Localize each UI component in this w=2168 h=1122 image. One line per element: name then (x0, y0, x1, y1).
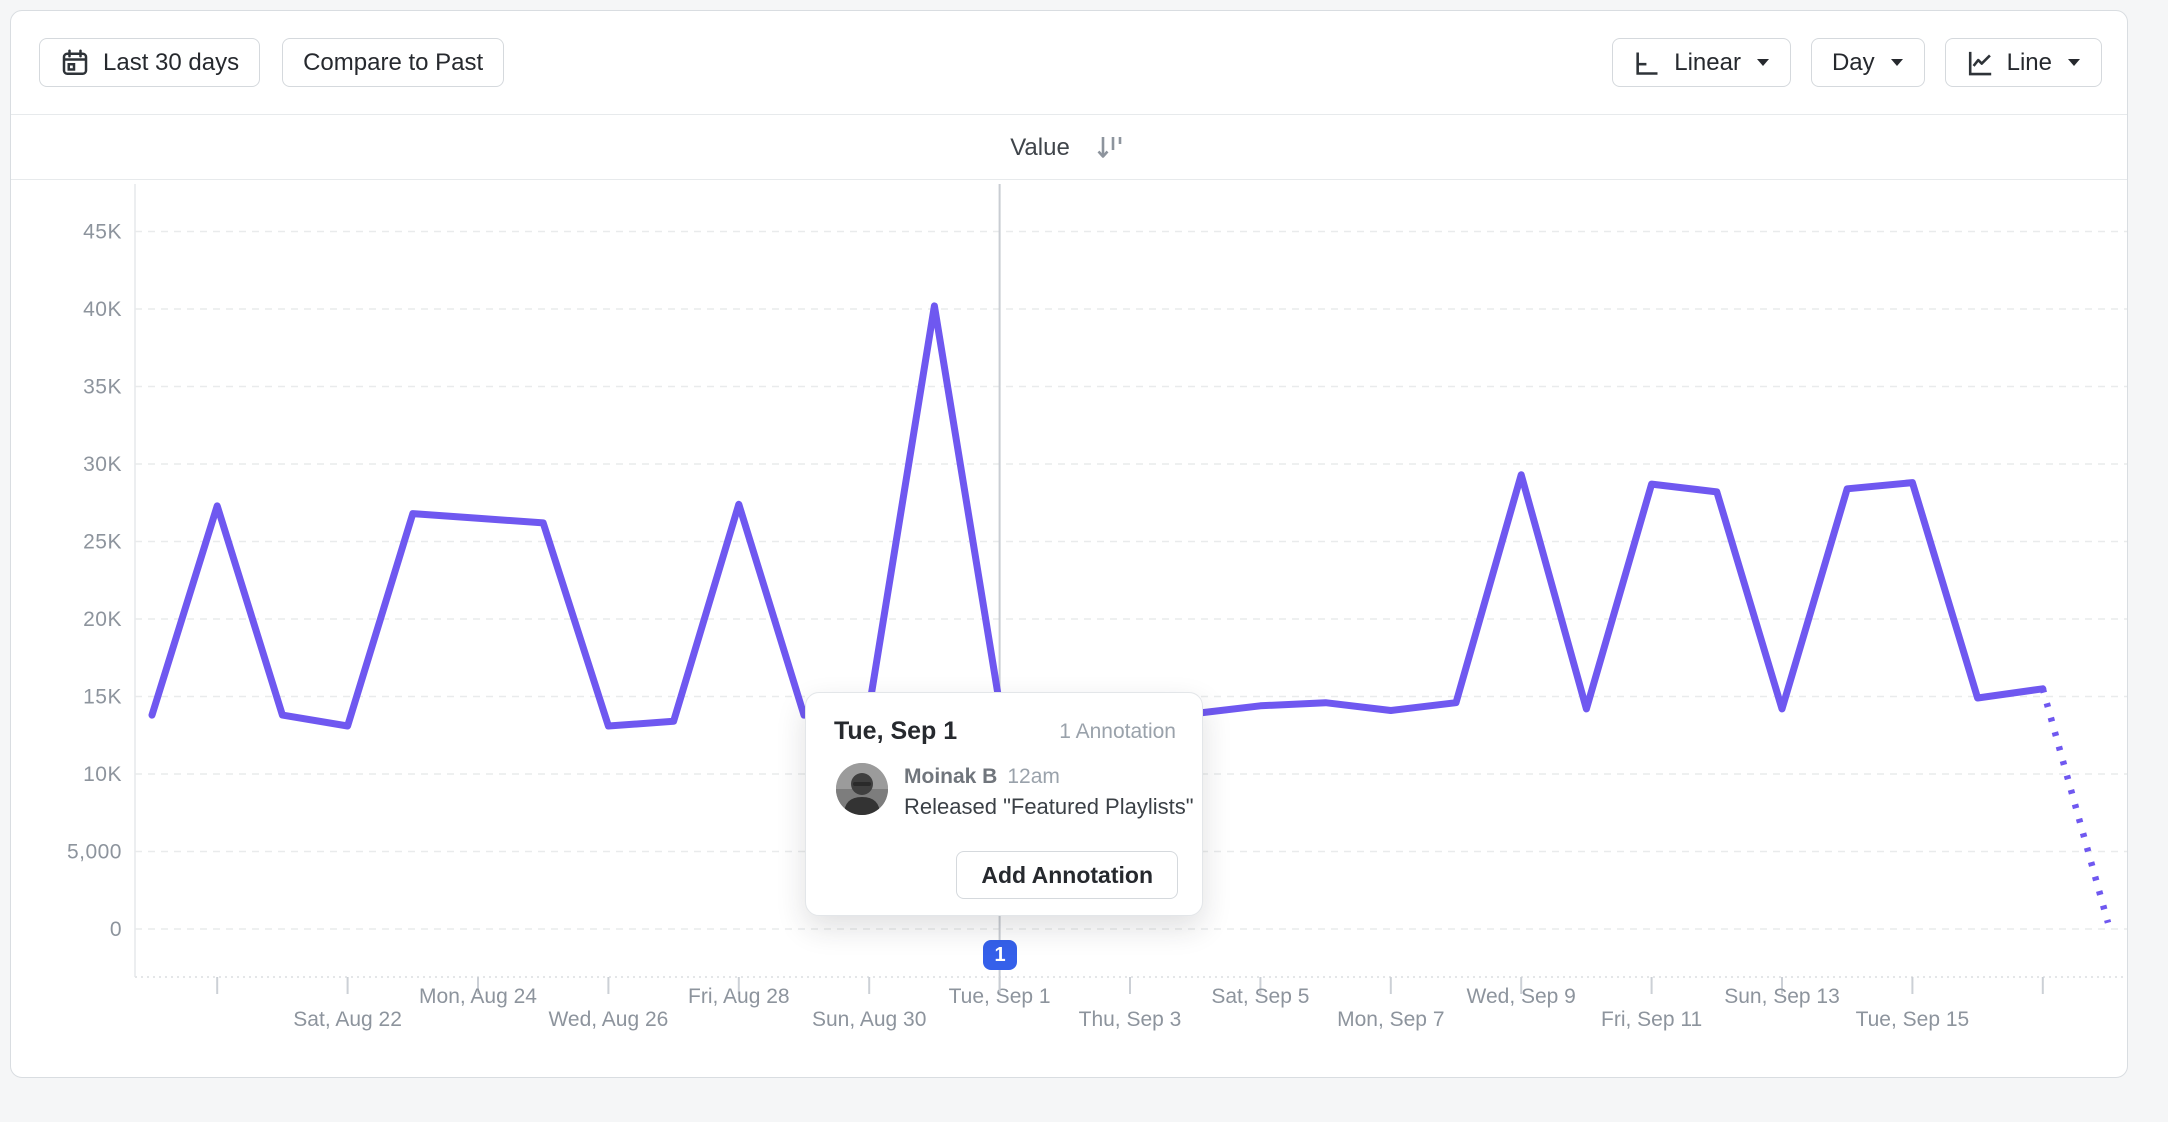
y-axis-label: 25K (83, 531, 122, 554)
annotation-text: Released "Featured Playlists" (904, 794, 1194, 820)
y-axis-label: 15K (83, 686, 122, 709)
analytics-page: Last 30 days Compare to Past Linear Day (0, 0, 2168, 1122)
avatar (836, 763, 888, 815)
x-axis-label: Mon, Aug 24 (419, 985, 537, 1008)
x-axis-label: Sat, Aug 22 (293, 1008, 402, 1031)
annotation-tooltip: Tue, Sep 1 1 Annotation Moinak B 12am Rel… (805, 692, 1203, 916)
add-annotation-button[interactable]: Add Annotation (956, 851, 1178, 899)
y-axis-label: 45K (83, 221, 122, 244)
y-axis-label: 20K (83, 608, 122, 631)
x-axis-label: Mon, Sep 7 (1337, 1008, 1444, 1031)
y-axis-label: 40K (83, 298, 122, 321)
x-axis-label: Wed, Sep 9 (1467, 985, 1576, 1008)
value-line-partial (2043, 689, 2108, 923)
tooltip-annotation-count: 1 Annotation (1059, 720, 1176, 744)
annotation-author: Moinak B (904, 765, 997, 788)
x-axis-label: Sat, Sep 5 (1211, 985, 1309, 1008)
value-line (152, 306, 2043, 726)
y-axis-label: 35K (83, 376, 122, 399)
annotation-badge[interactable]: 1 (983, 940, 1017, 970)
y-axis-label: 0 (110, 918, 122, 941)
annotation-time: 12am (1007, 765, 1060, 788)
x-axis-label: Sun, Sep 13 (1724, 985, 1840, 1008)
y-axis-label: 10K (83, 763, 122, 786)
annotation-meta: Moinak B 12am (904, 765, 1060, 789)
y-axis-label: 30K (83, 453, 122, 476)
x-axis-label: Fri, Aug 28 (688, 985, 790, 1008)
x-axis-label: Fri, Sep 11 (1601, 1008, 1702, 1031)
x-axis-label: Wed, Aug 26 (548, 1008, 668, 1031)
line-chart[interactable]: 45K 40K 35K 30K 25K 20K 15K 10K 5,000 0 Mon, Aug 2… (0, 0, 2168, 1122)
tooltip-date: Tue, Sep 1 (834, 717, 957, 746)
x-axis-label: Thu, Sep 3 (1079, 1008, 1182, 1031)
x-axis-label: Tue, Sep 15 (1856, 1008, 1970, 1031)
x-axis-label: Sun, Aug 30 (812, 1008, 926, 1031)
y-axis-label: 5,000 (67, 841, 122, 864)
